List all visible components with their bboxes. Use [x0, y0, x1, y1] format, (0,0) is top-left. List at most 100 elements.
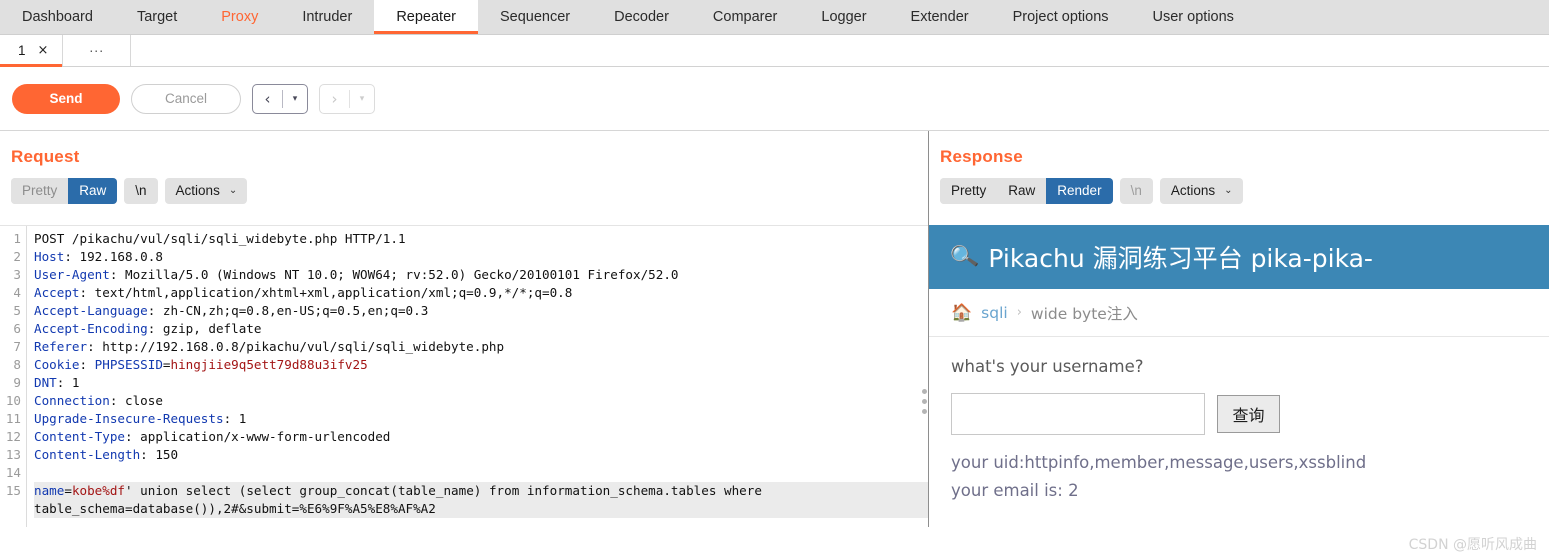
code-line: Connection: close	[34, 392, 928, 410]
code-line: Content-Type: application/x-www-form-url…	[34, 428, 928, 446]
main-tab-comparer[interactable]: Comparer	[691, 0, 799, 34]
query-submit-button[interactable]: 查询	[1217, 395, 1280, 433]
code-line: Cookie: PHPSESSID=hingjiie9q5ett79d88u3i…	[34, 356, 928, 374]
code-token: User-Agent	[34, 267, 110, 282]
main-tab-logger[interactable]: Logger	[799, 0, 888, 34]
main-tab-intruder[interactable]: Intruder	[280, 0, 374, 34]
repeater-new-tab-button[interactable]: ...	[63, 35, 132, 66]
request-code[interactable]: POST /pikachu/vul/sqli/sqli_widebyte.php…	[27, 226, 928, 527]
main-tab-decoder[interactable]: Decoder	[592, 0, 691, 34]
username-input[interactable]	[951, 393, 1205, 435]
query-results: your uid:httpinfo,member,message,users,x…	[951, 449, 1527, 505]
code-token: : 1	[56, 375, 80, 390]
main-tab-proxy[interactable]: Proxy	[199, 0, 280, 34]
code-token: : 192.168.0.8	[64, 249, 163, 264]
response-view-mode-group: Pretty Raw Render	[940, 178, 1113, 204]
pane-resize-handle[interactable]	[922, 389, 927, 414]
line-number: 11	[5, 411, 21, 426]
main-tab-dashboard[interactable]: Dashboard	[0, 0, 115, 34]
response-tab-render[interactable]: Render	[1046, 178, 1113, 204]
line-number: 8	[13, 357, 21, 372]
code-token: Connection	[34, 393, 110, 408]
code-token: =	[64, 483, 72, 498]
main-tab-repeater[interactable]: Repeater	[374, 0, 478, 34]
code-token: kobe%df	[71, 483, 126, 498]
request-editor[interactable]: 1 2 3 4 5 6 7 8 9 10 11 12 13 14 15 POST /pikachu/vul/…	[0, 225, 928, 527]
history-forward-group: › ▾	[319, 83, 375, 114]
code-line: Accept-Encoding: gzip, deflate	[34, 320, 928, 338]
response-actions-menu[interactable]: Actions ⌄	[1159, 178, 1243, 204]
code-line: Upgrade-Insecure-Requests: 1	[34, 410, 928, 428]
code-line: Accept-Language: zh-CN,zh;q=0.8,en-US;q=…	[34, 302, 928, 320]
request-scrollbar[interactable]	[912, 226, 926, 527]
code-token: Content-Type	[34, 429, 125, 444]
magnifier-icon: 🔍	[949, 242, 981, 272]
line-number: 2	[13, 249, 21, 264]
request-pane: Request Pretty Raw \n Actions ⌄ 12345678…	[0, 131, 928, 527]
response-title: Response	[940, 147, 1023, 166]
request-actions-menu[interactable]: Actions ⌄	[164, 178, 248, 204]
main-tab-extender[interactable]: Extender	[889, 0, 991, 34]
handle-dot	[922, 409, 927, 414]
line-number: 15	[5, 483, 21, 498]
repeater-tab-strip: 1 × ...	[0, 35, 1549, 67]
code-token: : application/x-www-form-urlencoded	[125, 429, 391, 444]
line-number: 3	[13, 267, 21, 282]
chevron-right-icon: ›	[331, 89, 338, 108]
line-number: 5	[13, 303, 21, 318]
chevron-left-icon[interactable]: ‹	[253, 85, 282, 113]
chevron-down-icon[interactable]: ▾	[283, 85, 307, 113]
handle-dot	[922, 389, 927, 394]
watermark: CSDN @愿听风成曲	[1408, 537, 1537, 553]
code-token: DNT	[34, 375, 57, 390]
request-view-mode-group: Pretty Raw	[11, 178, 118, 204]
code-line: User-Agent: Mozilla/5.0 (Windows NT 10.0…	[34, 266, 928, 284]
code-token: Upgrade-Insecure-Requests	[34, 411, 224, 426]
main-tab-target[interactable]: Target	[115, 0, 199, 34]
code-token: Accept	[34, 285, 80, 300]
send-button[interactable]: Send	[12, 83, 120, 114]
line-number: 14	[5, 465, 21, 480]
burp-suite-window: Dashboard Target Proxy Intruder Repeater Sequ…	[0, 0, 1549, 560]
response-tab-raw[interactable]: Raw	[997, 178, 1047, 204]
request-title: Request	[11, 147, 80, 166]
repeater-tab-1[interactable]: 1 ×	[0, 35, 64, 67]
code-token: : gzip, deflate	[147, 321, 262, 336]
code-token: PHPSESSID	[94, 357, 163, 372]
main-tab-project-options[interactable]: Project options	[991, 0, 1131, 34]
request-tab-raw[interactable]: Raw	[68, 178, 118, 204]
response-view-toolbar: Pretty Raw Render \n Actions ⌄	[929, 167, 1549, 204]
history-back-group[interactable]: ‹ ▾	[252, 83, 308, 114]
site-banner: 🔍 Pikachu 漏洞练习平台 pika-pika-	[929, 225, 1549, 289]
code-token: Host	[34, 249, 65, 264]
request-tab-pretty[interactable]: Pretty	[11, 178, 69, 204]
vuln-form-section: what's your username? 查询 your uid:httpin…	[929, 337, 1549, 505]
response-tab-pretty[interactable]: Pretty	[940, 178, 998, 204]
username-prompt: what's your username?	[951, 357, 1144, 376]
code-token: ' union select (select group_concat(tabl…	[34, 483, 770, 516]
line-number: 1	[13, 231, 21, 246]
main-tab-sequencer[interactable]: Sequencer	[478, 0, 592, 34]
code-token: : http://192.168.0.8/pikachu/vul/sqli/sq…	[87, 339, 505, 354]
home-icon[interactable]: 🏠	[951, 303, 972, 323]
code-token: : 150	[140, 447, 179, 462]
repeater-action-bar: Send Cancel ‹ ▾ › ▾	[0, 67, 1549, 131]
request-line-numbers: 1 2 3 4 5 6 7 8 9 10 11 12 13 14 15	[0, 226, 27, 527]
code-line: Referer: http://192.168.0.8/pikachu/vul/…	[34, 338, 928, 356]
breadcrumb-link-sqli[interactable]: sqli	[981, 304, 1008, 322]
code-line: Content-Length: 150	[34, 446, 928, 464]
chevron-down-icon: ▾	[359, 93, 365, 104]
main-tab-bar: Dashboard Target Proxy Intruder Repeater Sequ…	[0, 0, 1549, 35]
code-token: : 1	[223, 411, 247, 426]
code-line: POST /pikachu/vul/sqli/sqli_widebyte.php…	[34, 230, 928, 248]
line-number: 13	[5, 447, 21, 462]
request-view-toolbar: Pretty Raw \n Actions ⌄	[0, 167, 928, 204]
code-token: =	[162, 357, 171, 372]
code-token: : zh-CN,zh;q=0.8,en-US;q=0.5,en;q=0.3	[147, 303, 429, 318]
chevron-down-icon: ⌄	[1224, 185, 1233, 196]
request-newline-toggle[interactable]: \n	[124, 178, 158, 204]
main-tab-user-options[interactable]: User options	[1131, 0, 1256, 34]
site-banner-title: Pikachu 漏洞练习平台 pika-pika-	[988, 244, 1373, 273]
close-icon[interactable]: ×	[38, 44, 49, 57]
repeater-tab-label: 1	[18, 43, 26, 58]
